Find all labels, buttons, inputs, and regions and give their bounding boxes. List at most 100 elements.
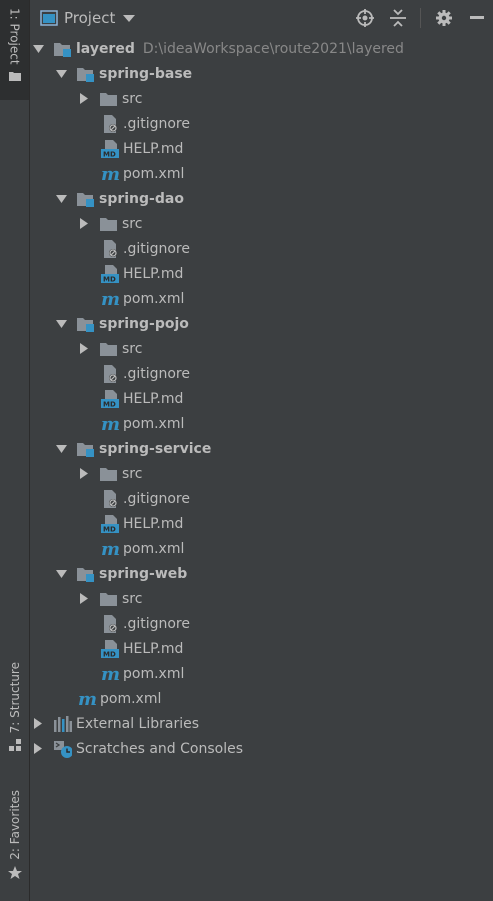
tree-file-row[interactable]: .gitignore — [30, 361, 493, 386]
svg-text:MD: MD — [103, 525, 116, 533]
tree-file-row[interactable]: m pom.xml — [30, 661, 493, 686]
svg-text:MD: MD — [103, 150, 116, 158]
svg-text:MD: MD — [103, 400, 116, 408]
collapse-icon — [389, 8, 406, 27]
file-name: pom.xml — [123, 540, 185, 557]
markdown-file-icon: MD — [101, 264, 119, 283]
root-module-path: D:\ideaWorkspace\route2021\layered — [142, 40, 404, 57]
chevron-right-icon — [80, 343, 88, 354]
expand-toggle[interactable] — [55, 561, 67, 586]
expand-toggle[interactable] — [78, 336, 90, 361]
tree-file-row[interactable]: .gitignore — [30, 611, 493, 636]
tree-file-row[interactable]: m pom.xml — [30, 536, 493, 561]
tree-file-row[interactable]: m pom.xml — [30, 161, 493, 186]
crosshair-icon — [355, 8, 374, 27]
tree-folder-row[interactable]: src — [30, 461, 493, 486]
tree-folder-row[interactable]: src — [30, 336, 493, 361]
view-selector-label: Project — [64, 8, 116, 27]
view-selector[interactable]: Project — [40, 8, 136, 27]
folder-name: src — [122, 215, 143, 232]
tree-root-row[interactable]: layered D:\ideaWorkspace\route2021\layer… — [30, 36, 493, 61]
expand-toggle[interactable] — [55, 436, 67, 461]
tree-module-row[interactable]: spring-base — [30, 61, 493, 86]
tree-file-row[interactable]: MD HELP.md — [30, 511, 493, 536]
maven-icon: m — [78, 690, 96, 708]
markdown-file-icon: MD — [101, 389, 119, 408]
settings-button[interactable] — [427, 0, 460, 35]
stripe-favorites-button[interactable]: 2: Favorites — [0, 790, 29, 890]
chevron-down-icon — [55, 569, 67, 578]
svg-text:m: m — [101, 166, 119, 182]
tree-module-row[interactable]: spring-web — [30, 561, 493, 586]
svg-text:MD: MD — [103, 275, 116, 283]
tree-file-row[interactable]: MD HELP.md — [30, 386, 493, 411]
chevron-down-icon — [55, 69, 67, 78]
chevron-down-icon — [55, 444, 67, 453]
expand-toggle[interactable] — [78, 211, 90, 236]
stripe-project-button[interactable]: 1: Project — [0, 0, 29, 100]
chevron-right-icon — [80, 93, 88, 104]
tree-module-row[interactable]: spring-pojo — [30, 311, 493, 336]
maven-icon: m — [101, 415, 119, 433]
folder-icon — [100, 215, 118, 233]
chevron-down-icon — [55, 319, 67, 328]
expand-toggle[interactable] — [32, 736, 44, 761]
module-folder-icon — [77, 440, 95, 458]
scratches-label: Scratches and Consoles — [76, 740, 243, 757]
svg-text:m: m — [101, 541, 119, 557]
expand-toggle[interactable] — [32, 36, 44, 61]
collapse-all-button[interactable] — [381, 0, 414, 35]
tree-file-row[interactable]: MD HELP.md — [30, 636, 493, 661]
folder-name: src — [122, 590, 143, 607]
tree-module-row[interactable]: spring-dao — [30, 186, 493, 211]
file-name: pom.xml — [123, 165, 185, 182]
tree-scratches-row[interactable]: Scratches and Consoles — [30, 736, 493, 761]
tree-folder-row[interactable]: src — [30, 586, 493, 611]
expand-toggle[interactable] — [78, 461, 90, 486]
expand-toggle[interactable] — [32, 711, 44, 736]
gitignore-file-icon — [101, 114, 119, 133]
chevron-right-icon — [80, 593, 88, 604]
tree-file-row[interactable]: .gitignore — [30, 486, 493, 511]
maven-icon: m — [101, 540, 119, 558]
expand-toggle[interactable] — [55, 311, 67, 336]
chevron-right-icon — [34, 718, 42, 729]
folder-name: src — [122, 465, 143, 482]
tree-file-row[interactable]: m pom.xml — [30, 286, 493, 311]
tree-folder-row[interactable]: src — [30, 211, 493, 236]
tree-file-row[interactable]: .gitignore — [30, 236, 493, 261]
chevron-right-icon — [80, 218, 88, 229]
expand-toggle[interactable] — [55, 61, 67, 86]
expand-toggle[interactable] — [78, 86, 90, 111]
folder-icon — [100, 90, 118, 108]
tree-file-row[interactable]: m pom.xml — [30, 411, 493, 436]
svg-text:MD: MD — [103, 650, 116, 658]
tree-file-row[interactable]: MD HELP.md — [30, 261, 493, 286]
stripe-structure-button[interactable]: 7: Structure — [0, 662, 29, 767]
folder-name: src — [122, 90, 143, 107]
file-name: .gitignore — [123, 115, 190, 132]
tree-file-row[interactable]: MD HELP.md — [30, 136, 493, 161]
tree-folder-row[interactable]: src — [30, 86, 493, 111]
expand-toggle[interactable] — [55, 186, 67, 211]
file-name: HELP.md — [123, 640, 184, 657]
module-name: spring-pojo — [99, 315, 189, 332]
markdown-file-icon: MD — [101, 639, 119, 658]
project-window-icon — [40, 9, 58, 26]
tree-external-libraries-row[interactable]: External Libraries — [30, 711, 493, 736]
tree-module-row[interactable]: spring-service — [30, 436, 493, 461]
expand-toggle[interactable] — [78, 586, 90, 611]
file-name: pom.xml — [123, 290, 185, 307]
star-icon — [7, 865, 22, 879]
tree-file-row[interactable]: .gitignore — [30, 111, 493, 136]
tree-file-row[interactable]: m pom.xml — [30, 686, 493, 711]
file-name: HELP.md — [123, 390, 184, 407]
locate-button[interactable] — [348, 0, 381, 35]
chevron-right-icon — [34, 743, 42, 754]
hide-panel-button[interactable] — [460, 0, 493, 35]
gitignore-file-icon — [101, 364, 119, 383]
scratches-icon — [54, 740, 72, 758]
gitignore-file-icon — [101, 614, 119, 633]
stripe-favorites-label: 2: Favorites — [7, 790, 22, 860]
folder-icon — [100, 340, 118, 358]
